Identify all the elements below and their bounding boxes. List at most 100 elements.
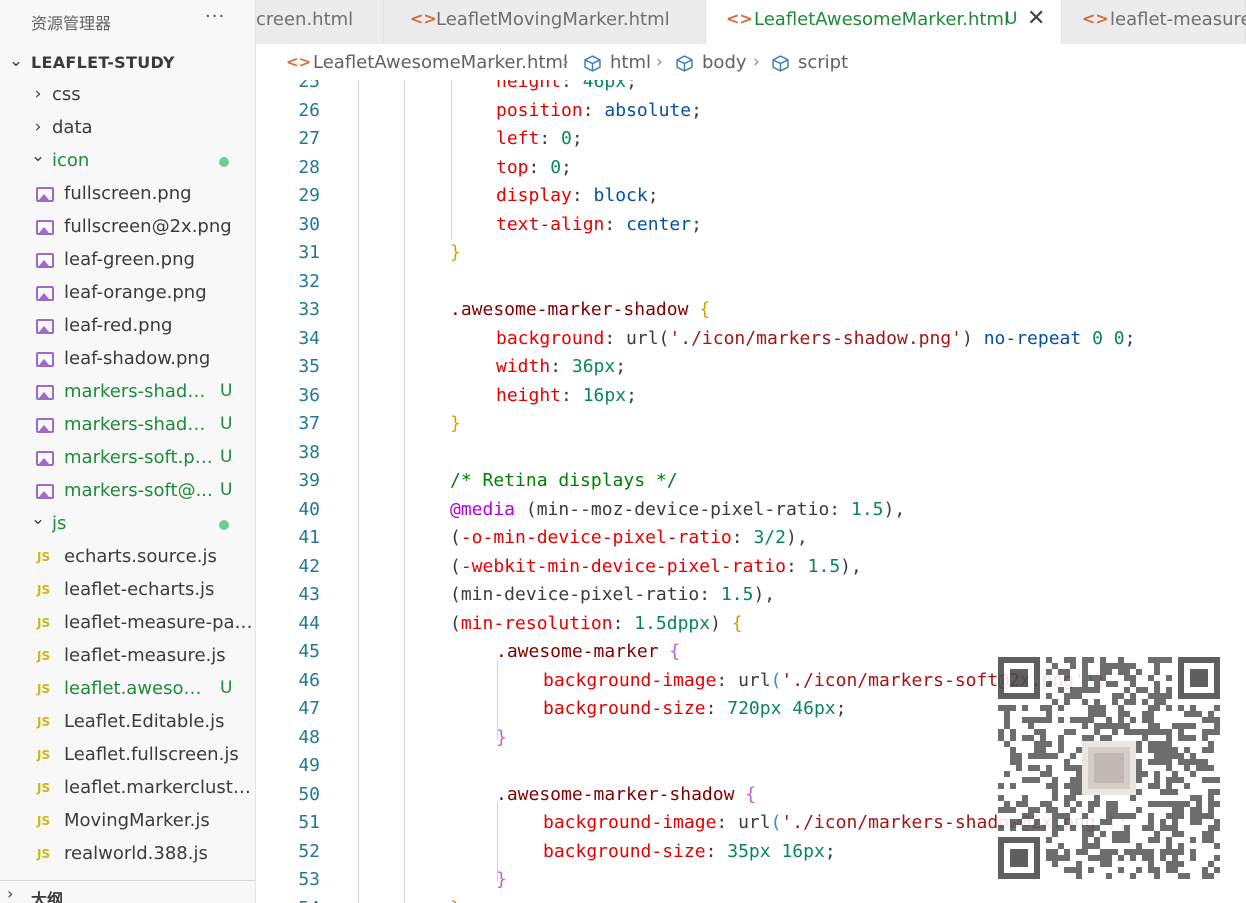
- qr-module: [1016, 819, 1022, 825]
- qr-module: [1052, 825, 1058, 831]
- qr-module: [1094, 681, 1100, 687]
- qr-module: [1154, 753, 1160, 759]
- html-file-icon: <>: [1082, 9, 1109, 28]
- qr-module: [1154, 687, 1160, 693]
- tab-leaflet-measure[interactable]: <> leaflet-measurel: [1062, 0, 1246, 44]
- outline-section-header[interactable]: › 大纲: [0, 880, 255, 903]
- qr-module: [1190, 795, 1196, 801]
- qr-module: [1052, 819, 1058, 825]
- breadcrumb-item-html[interactable]: html: [610, 52, 651, 73]
- qr-module: [1190, 669, 1208, 687]
- folder-icon[interactable]: ⌄ icon: [0, 145, 255, 178]
- qr-module: [1184, 747, 1190, 753]
- file-markers-shado[interactable]: markers-shado... U: [0, 409, 255, 442]
- more-actions-icon[interactable]: ···: [205, 6, 225, 27]
- qr-module: [1214, 717, 1220, 723]
- file-leaflet-awesom[interactable]: JS leaflet.awesom... U: [0, 673, 255, 706]
- file-leaf-orange-png[interactable]: leaf-orange.png: [0, 277, 255, 310]
- tab-leaflet-awesome-marker[interactable]: <> LeafletAwesomeMarker.html U ✕: [706, 0, 1062, 44]
- qr-module: [1082, 681, 1088, 687]
- qr-module: [1118, 837, 1124, 843]
- js-file-icon: JS: [37, 715, 51, 729]
- qr-module: [1010, 819, 1016, 825]
- qr-module: [1118, 813, 1124, 819]
- qr-module: [1172, 867, 1178, 873]
- close-icon[interactable]: ✕: [1027, 6, 1045, 31]
- breadcrumb-item-body[interactable]: body: [702, 52, 747, 73]
- code-token: : url(: [604, 327, 670, 349]
- tab-leaflet-moving-marker[interactable]: <> LeafletMovingMarker.html: [384, 0, 706, 44]
- qr-module: [1172, 849, 1178, 855]
- breadcrumb-file[interactable]: LeafletAwesomeMarker.html: [313, 52, 568, 73]
- explorer-title: 资源管理器: [31, 14, 112, 33]
- file-fullscreen-png[interactable]: fullscreen.png: [0, 178, 255, 211]
- file-leaflet-measure-js[interactable]: JS leaflet-measure.js: [0, 640, 255, 673]
- qr-module: [1052, 861, 1058, 867]
- qr-module: [1148, 819, 1154, 825]
- file-leaflet-measure-pat[interactable]: JS leaflet-measure-pat...: [0, 607, 255, 640]
- qr-module: [1148, 693, 1154, 699]
- code-token: height: [496, 384, 562, 406]
- qr-module: [1022, 795, 1028, 801]
- line-number: 33: [298, 299, 320, 320]
- qr-module: [1046, 783, 1052, 789]
- file-label: realworld.388.js: [64, 843, 208, 864]
- qr-module: [1004, 771, 1010, 777]
- qr-module: [1166, 729, 1172, 735]
- qr-module: [1070, 867, 1076, 873]
- qr-module: [1136, 807, 1142, 813]
- qr-module: [1106, 861, 1112, 867]
- qr-module: [1172, 777, 1178, 783]
- folder-css[interactable]: › css: [0, 79, 255, 112]
- line-number: 48: [298, 726, 320, 748]
- breadcrumb-item-script[interactable]: script: [798, 52, 848, 73]
- qr-module: [1040, 801, 1046, 807]
- qr-module: [1106, 849, 1112, 855]
- code-token: 16px: [582, 384, 627, 406]
- file-leaflet-markercluster[interactable]: JS leaflet.markercluster...: [0, 772, 255, 805]
- qr-module: [1208, 747, 1214, 753]
- file-leaflet-editable-js[interactable]: JS Leaflet.Editable.js: [0, 706, 255, 739]
- code-token: background-image: [543, 669, 717, 691]
- js-file-icon: JS: [37, 583, 51, 597]
- file-leaf-green-png[interactable]: leaf-green.png: [0, 244, 255, 277]
- file-markers-soft[interactable]: markers-soft@... U: [0, 475, 255, 508]
- qr-module: [1046, 801, 1052, 807]
- qr-module: [1130, 699, 1136, 705]
- code-line: left: 0;: [496, 128, 583, 149]
- qr-module: [1124, 825, 1130, 831]
- file-movingmarker-js[interactable]: JS MovingMarker.js: [0, 805, 255, 838]
- file-fullscreen-2x-png[interactable]: fullscreen@2x.png: [0, 211, 255, 244]
- file-realworld-388-js[interactable]: JS realworld.388.js: [0, 838, 255, 871]
- folder-js[interactable]: ⌄ js: [0, 508, 255, 541]
- qr-module: [1142, 687, 1148, 693]
- qr-module: [1208, 807, 1214, 813]
- workspace-root[interactable]: ⌄ LEAFLET-STUDY: [0, 46, 255, 79]
- file-markers-shado[interactable]: markers-shado... U: [0, 376, 255, 409]
- qr-module: [1034, 765, 1040, 771]
- qr-module: [1076, 765, 1082, 771]
- qr-module: [1082, 669, 1088, 675]
- file-leaf-shadow-png[interactable]: leaf-shadow.png: [0, 343, 255, 376]
- tab-fullscreen-html[interactable]: creen.html: [256, 0, 384, 44]
- qr-module: [1160, 741, 1166, 747]
- qr-module: [1178, 801, 1184, 807]
- file-markers-soft-png[interactable]: markers-soft.png U: [0, 442, 255, 475]
- code-token: (min--moz-device-pixel-ratio:: [515, 498, 851, 520]
- qr-module: [1154, 837, 1160, 843]
- qr-module: [1136, 669, 1142, 675]
- qr-module: [1160, 699, 1166, 705]
- folder-data[interactable]: › data: [0, 112, 255, 145]
- qr-module: [1076, 849, 1082, 855]
- qr-module: [1112, 723, 1118, 729]
- file-leaflet-echarts-js[interactable]: JS leaflet-echarts.js: [0, 574, 255, 607]
- qr-module: [1064, 801, 1070, 807]
- qr-module: [1166, 753, 1172, 759]
- file-echarts-source-js[interactable]: JS echarts.source.js: [0, 541, 255, 574]
- file-leaflet-fullscreen-js[interactable]: JS Leaflet.fullscreen.js: [0, 739, 255, 772]
- file-leaf-red-png[interactable]: leaf-red.png: [0, 310, 255, 343]
- folder-label: js: [52, 513, 67, 534]
- qr-module: [1196, 795, 1202, 801]
- qr-module: [1106, 813, 1112, 819]
